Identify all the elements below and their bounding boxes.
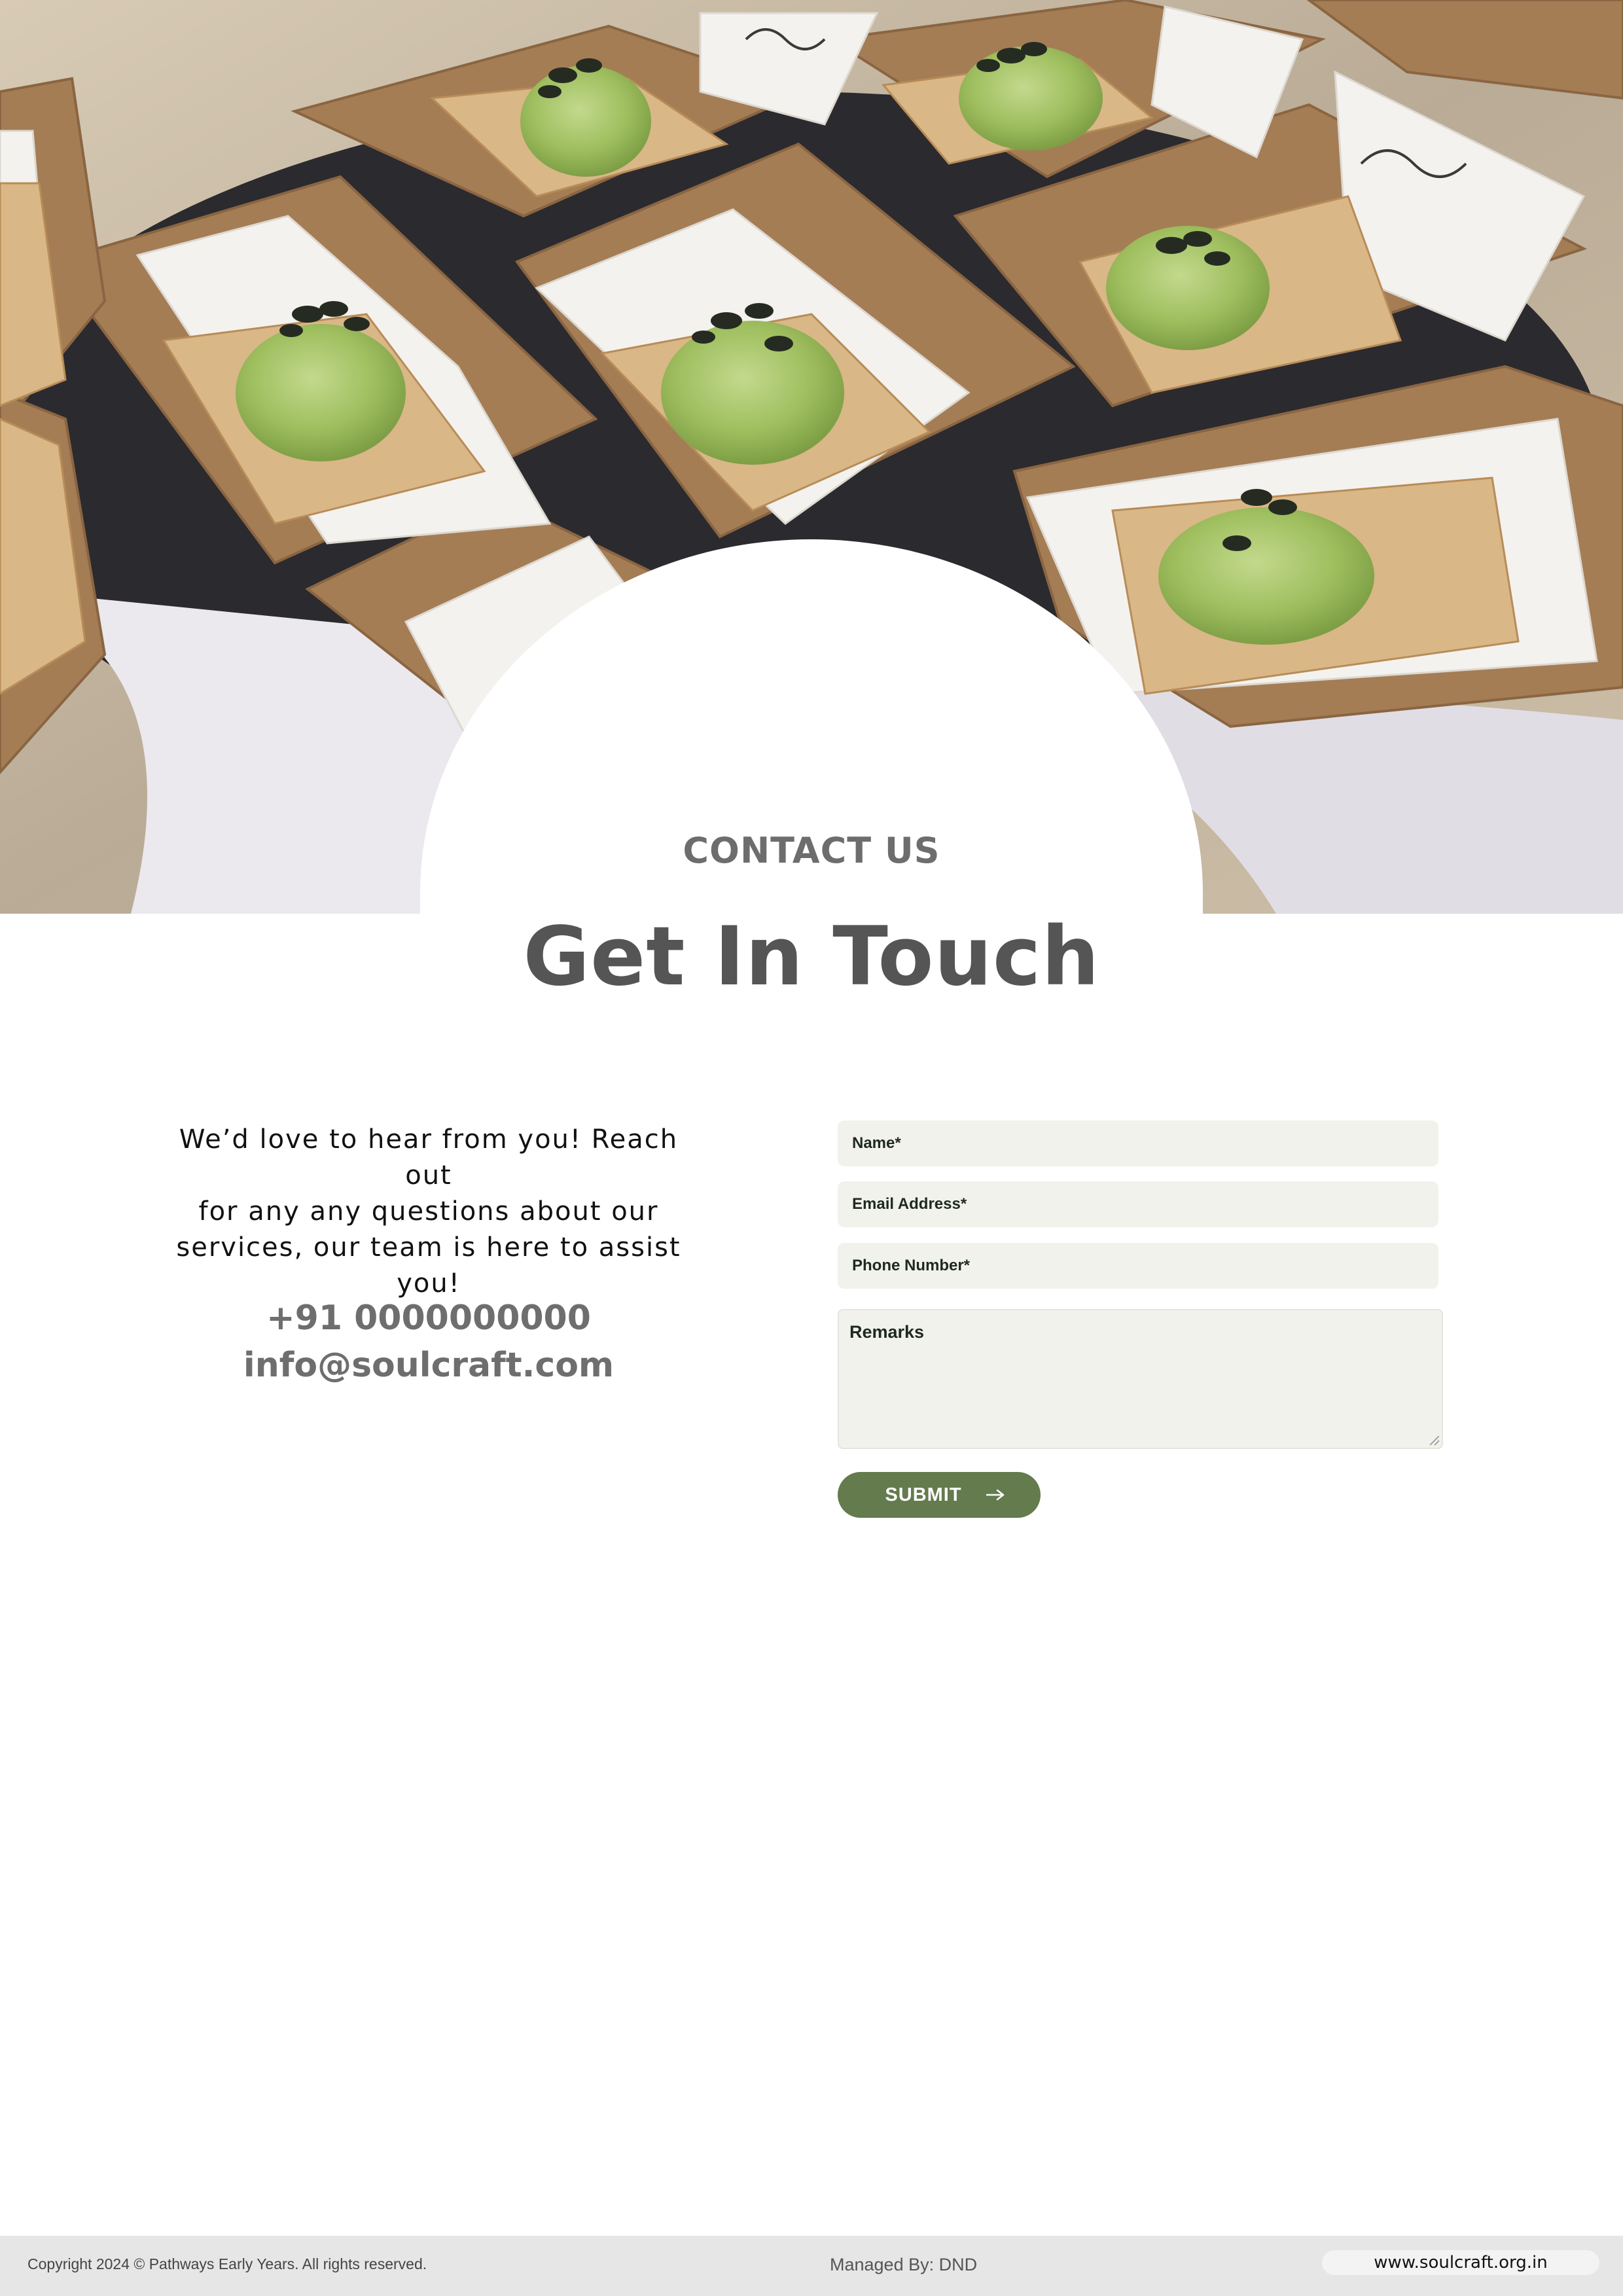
email-field[interactable]	[838, 1181, 1438, 1227]
remarks-container	[838, 1309, 1443, 1449]
phone-field[interactable]	[838, 1243, 1438, 1289]
section-eyebrow: CONTACT US	[683, 830, 940, 871]
copyright-text: Copyright 2024 © Pathways Early Years. A…	[27, 2255, 427, 2272]
submit-label: SUBMIT	[885, 1484, 962, 1505]
managed-by-text: Managed By: DND	[830, 2255, 978, 2274]
submit-button[interactable]: SUBMIT	[838, 1472, 1041, 1518]
intro-line-2: for any any questions about our	[198, 1196, 659, 1227]
name-field[interactable]	[838, 1121, 1438, 1166]
remarks-field[interactable]	[839, 1310, 1442, 1448]
footer: Copyright 2024 © Pathways Early Years. A…	[0, 2236, 1623, 2296]
website-link[interactable]: www.soulcraft.org.in	[1322, 2250, 1599, 2275]
hero-food-image	[0, 0, 1623, 914]
hero-image	[0, 0, 1623, 914]
arrow-right-icon	[986, 1488, 1005, 1501]
email-address[interactable]: info@soulcraft.com	[131, 1346, 726, 1385]
intro-line-3: services, our team is here to assist you…	[176, 1232, 681, 1299]
intro-line-1: We’d love to hear from you! Reach out	[179, 1124, 679, 1191]
resize-handle-icon[interactable]	[1430, 1436, 1439, 1445]
phone-number[interactable]: +91 0000000000	[131, 1299, 726, 1338]
intro-text: We’d love to hear from you! Reach out fo…	[157, 1122, 700, 1302]
page-title: Get In Touch	[523, 910, 1100, 1004]
